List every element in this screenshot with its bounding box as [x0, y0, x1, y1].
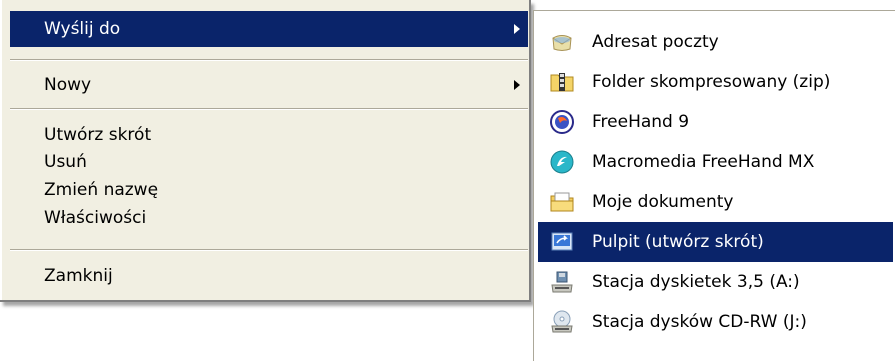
menu-item-label: Zmień nazwę [44, 180, 159, 200]
context-menu: Wyślij do Nowy Utwórz skrót Usuń Zmień n… [0, 0, 531, 302]
menu-item-new[interactable]: Nowy [10, 67, 528, 103]
submenu-arrow-icon [514, 80, 520, 90]
my-documents-icon [549, 189, 575, 215]
submenu-item-freehand9[interactable]: FreeHand 9 [538, 102, 893, 142]
floppy-drive-icon [549, 269, 575, 295]
menu-item-label: Właściwości [44, 208, 147, 228]
submenu-item-label: Adresat poczty [592, 32, 719, 52]
menu-separator [10, 108, 528, 110]
menu-separator [10, 249, 528, 251]
menu-item-properties[interactable]: Właściwości [10, 200, 528, 236]
submenu-item-zip-folder[interactable]: Folder skompresowany (zip) [538, 62, 893, 102]
submenu-item-label: Folder skompresowany (zip) [592, 72, 831, 92]
submenu-item-mail-recipient[interactable]: Adresat poczty [538, 22, 893, 62]
submenu-item-label: Stacja dysków CD-RW (J:) [592, 312, 807, 332]
menu-item-label: Zamknij [44, 266, 113, 286]
submenu-item-desktop-shortcut[interactable]: Pulpit (utwórz skrót) [538, 222, 893, 262]
submenu-item-label: FreeHand 9 [592, 112, 690, 132]
menu-edge-highlight [0, 0, 2, 302]
menu-edge-shadow-bottom [0, 300, 531, 302]
menu-item-close[interactable]: Zamknij [10, 258, 528, 294]
desktop-shortcut-icon [549, 229, 575, 255]
submenu-item-freehand-mx[interactable]: Macromedia FreeHand MX [538, 142, 893, 182]
freehand9-icon [549, 109, 575, 135]
submenu-arrow-icon [514, 24, 520, 34]
submenu-item-my-documents[interactable]: Moje dokumenty [538, 182, 893, 222]
freehand-mx-icon [549, 149, 575, 175]
menu-separator [10, 59, 528, 61]
menu-item-label: Nowy [44, 75, 92, 95]
send-to-submenu: Adresat poczty Folder skompresowany (zip… [533, 10, 895, 361]
menu-item-label: Usuń [44, 152, 87, 172]
submenu-item-label: Stacja dyskietek 3,5 (A:) [592, 272, 800, 292]
menu-item-label: Utwórz skrót [44, 125, 152, 145]
cdrw-drive-icon [549, 309, 575, 335]
submenu-item-floppy-drive[interactable]: Stacja dyskietek 3,5 (A:) [538, 262, 893, 302]
submenu-item-label: Moje dokumenty [592, 192, 734, 212]
mail-recipient-icon [549, 29, 575, 55]
submenu-item-label: Pulpit (utwórz skrót) [592, 232, 764, 252]
submenu-item-label: Macromedia FreeHand MX [592, 152, 815, 172]
menu-item-label: Wyślij do [44, 19, 121, 39]
submenu-item-cdrw-drive[interactable]: Stacja dysków CD-RW (J:) [538, 302, 893, 342]
menu-item-send-to[interactable]: Wyślij do [10, 11, 528, 47]
zip-folder-icon [549, 69, 575, 95]
menu-edge-shadow [529, 0, 531, 302]
